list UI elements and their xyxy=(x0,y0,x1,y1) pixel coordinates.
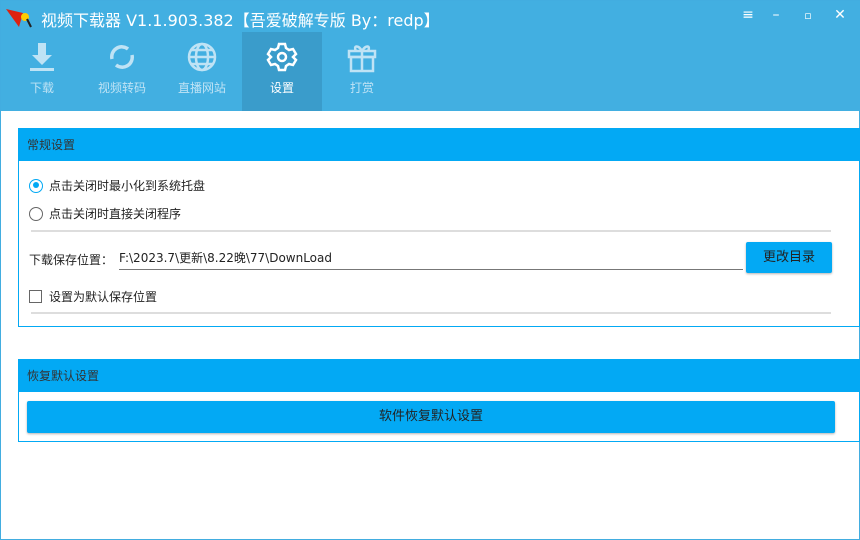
radio-icon xyxy=(29,178,43,193)
gear-icon xyxy=(266,42,298,72)
globe-icon xyxy=(187,42,217,72)
gift-icon xyxy=(347,45,377,73)
menu-icon[interactable]: ≡ xyxy=(738,7,758,23)
restore-defaults-button[interactable]: 软件恢复默认设置 xyxy=(27,401,835,433)
tab-label: 设置 xyxy=(269,81,294,95)
restore-settings-panel: 恢复默认设置 软件恢复默认设置 xyxy=(18,359,860,442)
panel-title: 恢复默认设置 xyxy=(19,360,859,392)
download-icon xyxy=(30,43,54,71)
window-title: 视频下载器 V1.1.903.382【吾爱破解专版 By：redp】 xyxy=(41,11,440,30)
tab-label: 直播网站 xyxy=(177,81,226,95)
radio-icon xyxy=(29,206,43,221)
download-path-input[interactable]: F:\2023.7\更新\8.22晚\77\DownLoad xyxy=(119,248,743,270)
radio-minimize-to-tray[interactable]: 点击关闭时最小化到系统托盘 xyxy=(29,177,205,194)
app-logo-icon xyxy=(6,9,32,28)
tab-donate[interactable]: 打赏 xyxy=(322,32,402,111)
minimize-icon[interactable]: – xyxy=(766,7,786,23)
change-directory-button[interactable]: 更改目录 xyxy=(746,242,832,273)
title-bar: 视频下载器 V1.1.903.382【吾爱破解专版 By：redp】 ≡ – ▫… xyxy=(1,1,860,111)
tab-settings[interactable]: 设置 xyxy=(242,32,322,111)
panel-title: 常规设置 xyxy=(19,129,859,161)
tab-convert[interactable]: 视频转码 xyxy=(82,32,162,111)
checkbox-label: 设置为默认保存位置 xyxy=(49,290,158,304)
convert-icon xyxy=(110,45,134,69)
tab-label: 视频转码 xyxy=(97,81,146,95)
divider xyxy=(31,230,831,232)
radio-label: 点击关闭时直接关闭程序 xyxy=(49,207,182,221)
close-icon[interactable]: ✕ xyxy=(830,7,850,23)
tab-download[interactable]: 下载 xyxy=(2,32,82,111)
radio-label: 点击关闭时最小化到系统托盘 xyxy=(49,179,206,193)
default-path-checkbox[interactable]: 设置为默认保存位置 xyxy=(29,288,157,305)
radio-exit-program[interactable]: 点击关闭时直接关闭程序 xyxy=(29,205,181,222)
path-label: 下载保存位置： xyxy=(29,253,114,267)
checkbox-icon xyxy=(29,290,42,303)
tab-label: 打赏 xyxy=(349,81,374,95)
general-settings-panel: 常规设置 点击关闭时最小化到系统托盘 点击关闭时直接关闭程序 下载保存位置： F… xyxy=(18,128,860,327)
tab-label: 下载 xyxy=(29,81,54,95)
maximize-icon[interactable]: ▫ xyxy=(798,9,818,22)
divider xyxy=(31,312,831,314)
tab-live[interactable]: 直播网站 xyxy=(162,32,242,111)
